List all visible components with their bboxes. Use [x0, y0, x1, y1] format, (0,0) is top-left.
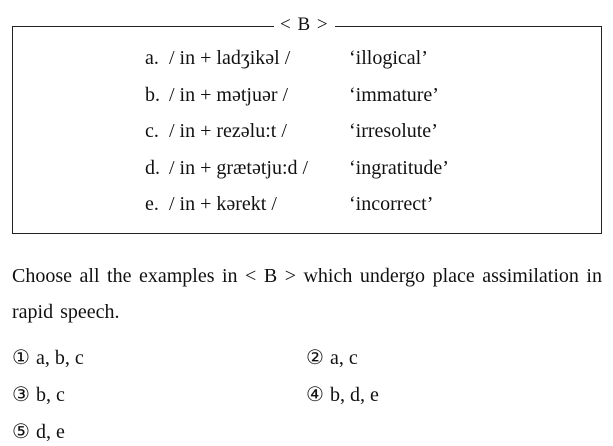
example-letter: b. — [145, 83, 160, 106]
example-gloss: ‘immature’ — [349, 83, 439, 106]
option-number: ① — [12, 345, 30, 369]
option-text: b, c — [35, 384, 65, 406]
option-text: a, b, c — [35, 347, 84, 369]
option-text: a, c — [329, 347, 358, 369]
example-transcription: / in + ladʒikəl / — [169, 47, 291, 69]
option-number: ② — [306, 345, 324, 369]
box-label: < B > — [274, 13, 335, 37]
question-text: Choose all the examples in < B > which u… — [12, 265, 602, 323]
option-1[interactable]: ① a, b, c — [12, 343, 84, 372]
example-letter: a. — [145, 47, 159, 69]
option-number: ④ — [306, 382, 324, 406]
example-transcription: / in + mətjuər / — [169, 83, 289, 106]
example-gloss: ‘ingratitude’ — [349, 156, 449, 179]
example-letter: d. — [145, 156, 160, 179]
examples-box — [12, 26, 602, 234]
option-2[interactable]: ② a, c — [306, 343, 358, 372]
option-5[interactable]: ⑤ d, e — [12, 417, 65, 446]
example-gloss: ‘irresolute’ — [349, 120, 438, 142]
example-transcription: / in + grætətju:d / — [169, 156, 309, 179]
option-number: ③ — [12, 382, 30, 406]
option-3[interactable]: ③ b, c — [12, 380, 65, 409]
option-text: d, e — [35, 421, 65, 443]
example-letter: e. — [145, 193, 159, 215]
example-gloss: ‘illogical’ — [349, 47, 428, 69]
example-transcription: / in + kərekt / — [169, 193, 277, 215]
example-gloss: ‘incorrect’ — [349, 193, 434, 215]
example-transcription: / in + rezəlu:t / — [169, 120, 287, 142]
option-4[interactable]: ④ b, d, e — [306, 380, 379, 409]
option-number: ⑤ — [12, 419, 30, 443]
option-text: b, d, e — [329, 384, 379, 406]
example-letter: c. — [145, 120, 159, 142]
